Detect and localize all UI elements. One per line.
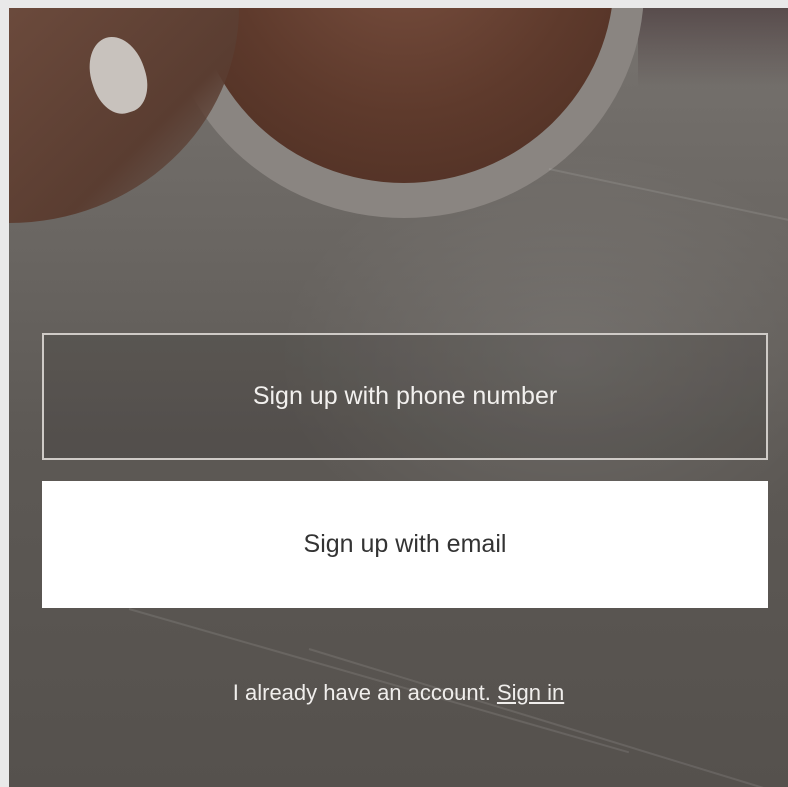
signup-email-button[interactable]: Sign up with email: [42, 481, 768, 608]
signin-prompt: I already have an account.: [232, 680, 497, 705]
signup-phone-label: Sign up with phone number: [252, 382, 558, 410]
signup-phone-button[interactable]: Sign up with phone number: [42, 333, 768, 460]
background-shadow: [638, 8, 788, 88]
signin-link[interactable]: Sign in: [497, 680, 564, 705]
signup-screen: Sign up with phone number Sign up with e…: [9, 8, 788, 787]
signup-email-label: Sign up with email: [303, 530, 507, 558]
signin-row: I already have an account. Sign in: [9, 680, 788, 706]
